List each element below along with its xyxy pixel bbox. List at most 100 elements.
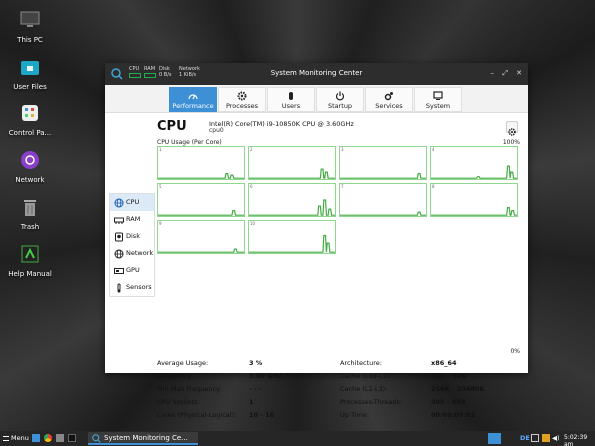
terminal-icon[interactable]: [68, 434, 76, 442]
user-icon: [289, 92, 293, 100]
system-monitor-window: CPU RAM Disk 0 B/s Network 1 KiB/s System …: [105, 63, 528, 419]
core-graph: 10: [248, 220, 336, 254]
core-usage-line: [158, 221, 244, 253]
folder-icon: [21, 61, 39, 75]
sidebar-item-cpu[interactable]: CPU: [110, 194, 154, 211]
desktop-icon-label: Control Pa...: [8, 129, 52, 137]
desktop-icon-network[interactable]: Network: [4, 150, 56, 184]
core-usage-line: [249, 221, 335, 253]
task-label: System Monitoring Ce...: [104, 434, 188, 442]
stat-label: Cache (L2-L3):: [340, 385, 388, 393]
stat-label: Frequency:: [157, 372, 193, 380]
taskbar-task-system-monitor[interactable]: System Monitoring Ce...: [88, 432, 198, 445]
disk-icon: [115, 232, 123, 241]
stat-value: - - -: [249, 385, 262, 393]
clock: 5:02:39 am: [564, 434, 588, 446]
stat-value: 3 %: [249, 359, 263, 367]
tab-label: Services: [375, 102, 403, 110]
sidebar-item-label: CPU: [126, 198, 140, 206]
stat-label: Min-Max Frequency:: [157, 385, 222, 393]
stat-value: 10 - 10: [249, 411, 275, 419]
gpu-icon: [114, 267, 124, 274]
taskbar: Menu System Monitoring Ce... DE ◀) 5:02:…: [0, 431, 595, 446]
tab-services[interactable]: Services: [365, 87, 413, 112]
desktop-icon-user-files[interactable]: User Files: [4, 57, 56, 91]
title-bar[interactable]: CPU RAM Disk 0 B/s Network 1 KiB/s System …: [105, 63, 528, 85]
tab-label: Performance: [172, 102, 214, 110]
core-usage-line: [340, 147, 426, 179]
stat-label: Up Time:: [340, 411, 370, 419]
network-icon: [21, 151, 39, 169]
desktop-icon-help-manual[interactable]: Help Manual: [4, 244, 56, 278]
core-graph: 6: [248, 183, 336, 217]
tab-system[interactable]: System: [414, 87, 462, 112]
computer-icon: [433, 91, 443, 100]
maximize-button[interactable]: ⤢: [502, 69, 508, 78]
stat-value: 305 - 559: [431, 398, 466, 406]
sidebar-item-ram[interactable]: RAM: [110, 211, 154, 228]
gear-icon: [508, 128, 516, 136]
services-icon: [384, 92, 393, 101]
ram-icon: [114, 217, 124, 224]
close-button[interactable]: ✕: [516, 69, 522, 77]
tab-performance[interactable]: Performance: [169, 87, 217, 112]
sidebar-item-label: RAM: [126, 215, 141, 223]
stat-label: Average Usage:: [157, 359, 209, 367]
stat-label: Cache (L1d-L1i):: [340, 372, 394, 380]
sidebar-item-gpu[interactable]: GPU: [110, 262, 154, 279]
menu-label: Menu: [11, 434, 29, 442]
sidebar-item-label: Disk: [126, 232, 140, 240]
volume-icon[interactable]: ◀): [552, 434, 560, 442]
stat-label: Architecture:: [340, 359, 382, 367]
desktop-icon-label: This PC: [17, 36, 43, 44]
desktop-icon-trash[interactable]: Trash: [4, 197, 56, 231]
menu-button[interactable]: Menu: [3, 434, 29, 442]
stat-value: 00:00:09:52: [431, 411, 475, 419]
desktop-icon-control-panel[interactable]: Control Pa...: [4, 103, 56, 137]
performance-icon: [188, 94, 198, 100]
control-panel-icon: [22, 105, 38, 121]
tab-label: Users: [281, 102, 301, 110]
network-tray-icon[interactable]: [531, 434, 539, 442]
network-icon: [114, 249, 124, 258]
core-graph: 2: [248, 146, 336, 180]
core-usage-line: [431, 184, 517, 216]
core-graph: 1: [157, 146, 245, 180]
gear-icon: [237, 91, 247, 101]
workspace-switcher[interactable]: [488, 433, 501, 444]
stat-label: Cores (Physical-Logical):: [157, 411, 237, 419]
tab-label: Startup: [327, 102, 353, 110]
file-manager-icon[interactable]: [56, 434, 64, 442]
minimize-button[interactable]: –: [491, 69, 495, 77]
keyboard-layout[interactable]: DE: [520, 434, 530, 442]
cpu-id: cpu0: [209, 127, 224, 134]
core-graph: 3: [339, 146, 427, 180]
cpu-model: Intel(R) Core(TM) i9-10850K CPU @ 3.60GH…: [209, 120, 354, 128]
stat-value: x86_64: [431, 359, 457, 367]
sidebar-item-disk[interactable]: Disk: [110, 228, 154, 245]
cpu-heading: CPU: [157, 119, 187, 134]
tab-users[interactable]: Users: [267, 87, 315, 112]
show-desktop-icon[interactable]: [32, 434, 40, 442]
power-icon: [335, 91, 345, 101]
update-tray-icon[interactable]: [542, 434, 550, 442]
sidebar-item-label: GPU: [126, 266, 140, 274]
desktop-icon-this-pc[interactable]: This PC: [4, 10, 56, 44]
desktop-icon-label: Help Manual: [8, 270, 52, 278]
sidebar-item-sensors[interactable]: Sensors: [110, 279, 154, 296]
desktop-icon-label: User Files: [13, 83, 47, 91]
sidebar-item-network[interactable]: Network: [110, 245, 154, 262]
usage-min-label: 0%: [510, 348, 520, 355]
stat-label: Processes-Threads:: [340, 398, 403, 406]
help-manual-icon: [21, 245, 39, 263]
tab-processes[interactable]: Processes: [218, 87, 266, 112]
core-graph: 8: [430, 183, 518, 217]
monitor-icon: [20, 11, 40, 27]
browser-icon[interactable]: [44, 434, 52, 442]
menu-icon: [3, 435, 9, 441]
tab-startup[interactable]: Startup: [316, 87, 364, 112]
core-usage-line: [431, 147, 517, 179]
settings-button[interactable]: [506, 121, 518, 136]
tab-label: System: [425, 102, 451, 110]
sidebar-item-label: Sensors: [126, 283, 152, 291]
